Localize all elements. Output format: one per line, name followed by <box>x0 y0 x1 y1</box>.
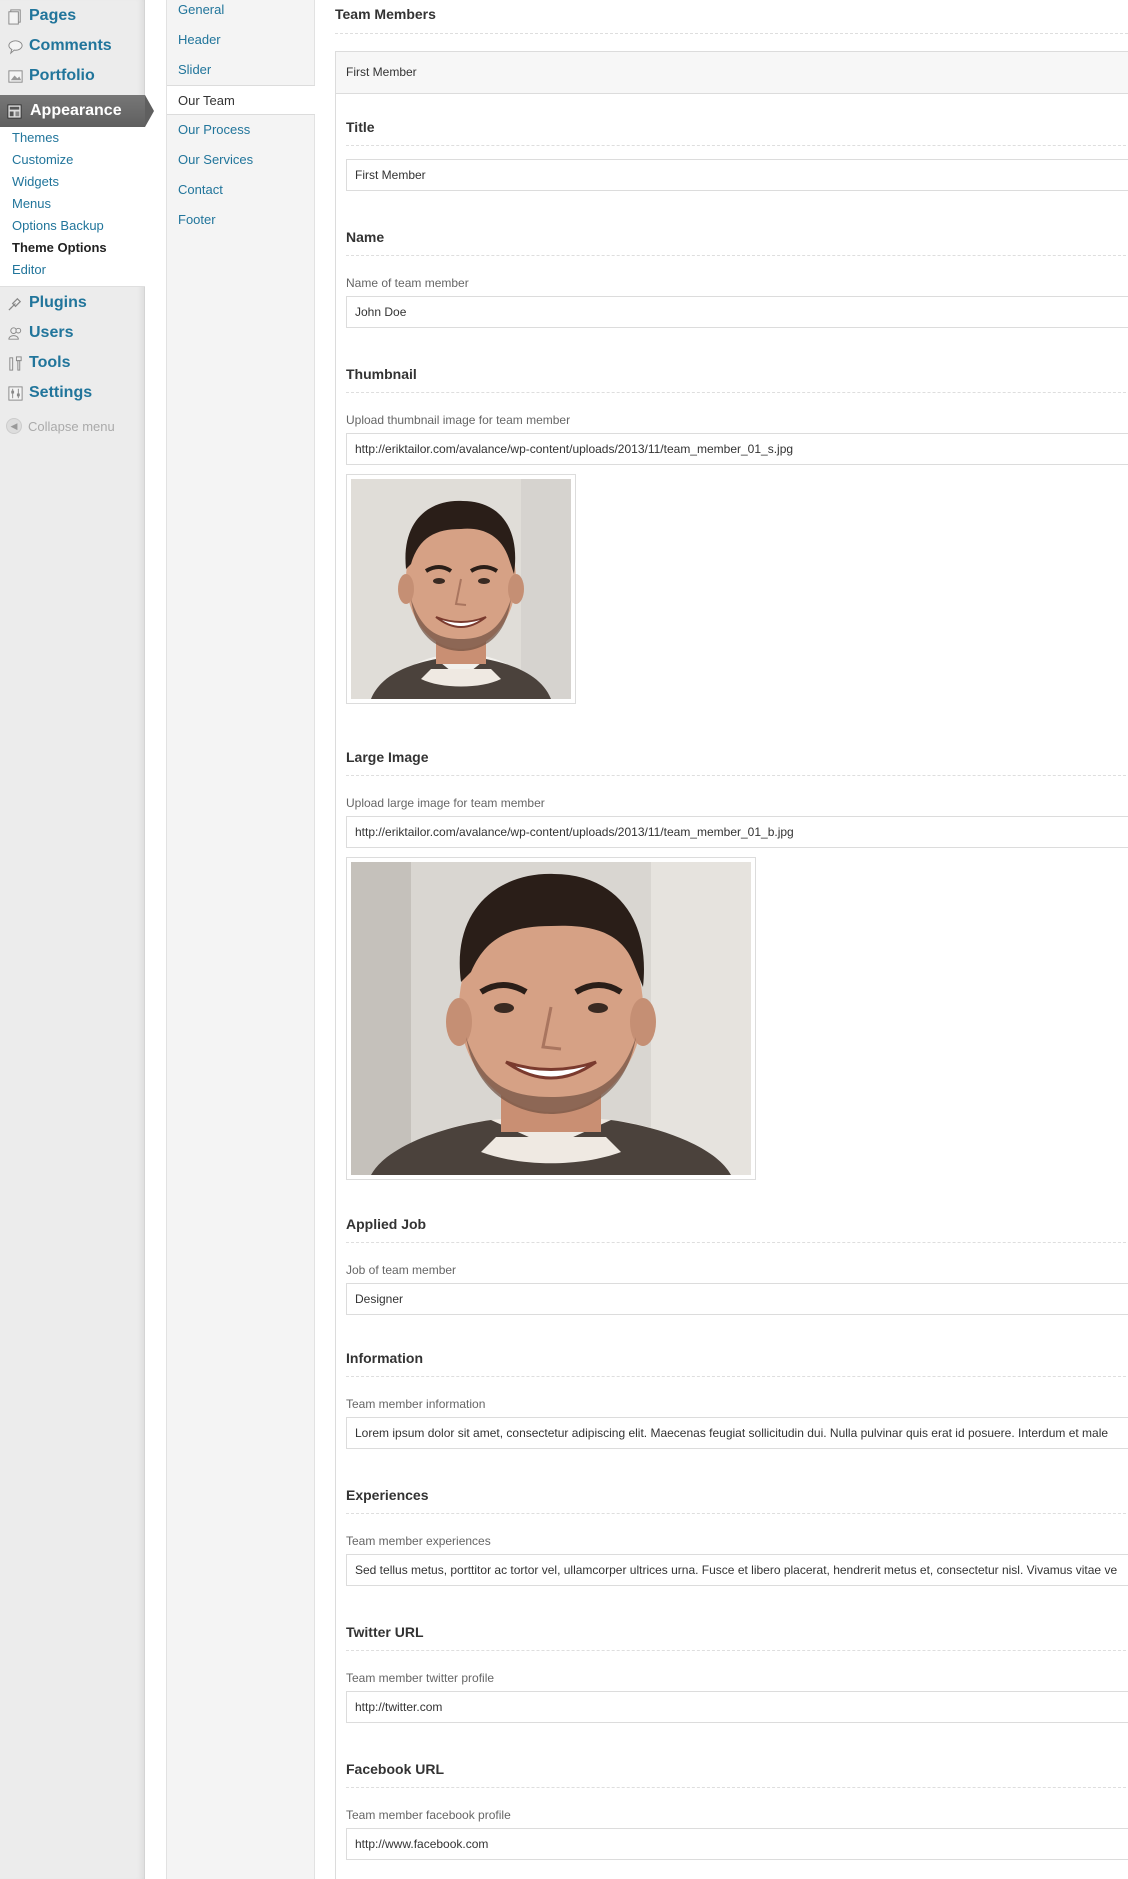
team-member-photo-large <box>351 862 751 1175</box>
name-description: Name of team member <box>346 276 469 290</box>
field-large-image-heading: Large Image <box>346 749 429 765</box>
collapse-arrow-icon: ◀ <box>6 418 22 434</box>
facebook-description: Team member facebook profile <box>346 1808 511 1822</box>
divider <box>346 1513 1128 1514</box>
job-input[interactable]: Designer <box>346 1283 1128 1315</box>
thumbnail-url-input[interactable]: http://eriktailor.com/avalance/wp-conten… <box>346 433 1128 465</box>
field-experiences-heading: Experiences <box>346 1487 429 1503</box>
menu-pages-label: Pages <box>29 7 77 24</box>
twitter-url-input[interactable]: http://twitter.com <box>346 1691 1128 1723</box>
menu-settings-label: Settings <box>29 384 93 401</box>
admin-sidebar: Pages Comments Portfolio Appearance Them… <box>0 0 154 1879</box>
field-twitter-heading: Twitter URL <box>346 1624 424 1640</box>
tab-our-team[interactable]: Our Team <box>167 85 316 115</box>
submenu-customize[interactable]: Customize <box>0 149 145 171</box>
title-input[interactable]: First Member <box>346 159 1128 191</box>
submenu-widgets[interactable]: Widgets <box>0 171 145 193</box>
settings-icon <box>6 384 24 402</box>
menu-tools-label: Tools <box>29 354 71 371</box>
tab-slider[interactable]: Slider <box>167 55 315 85</box>
team-member-panel: First Member Title First Member Name Nam… <box>335 51 1128 1879</box>
tab-our-process[interactable]: Our Process <box>167 115 315 145</box>
menu-comments-label: Comments <box>29 37 112 54</box>
menu-appearance[interactable]: Appearance <box>0 95 154 127</box>
appearance-submenu: Themes Customize Widgets Menus Options B… <box>0 127 145 287</box>
pages-icon <box>6 7 24 25</box>
divider <box>346 1650 1128 1651</box>
information-input[interactable]: Lorem ipsum dolor sit amet, consectetur … <box>346 1417 1128 1449</box>
collapse-menu-label: Collapse menu <box>28 418 115 434</box>
main-content: Team Members First Member Title First Me… <box>315 0 1128 1879</box>
divider <box>346 1787 1128 1788</box>
menu-pages[interactable]: Pages <box>0 1 145 31</box>
experiences-input[interactable]: Sed tellus metus, porttitor ac tortor ve… <box>346 1554 1128 1586</box>
menu-settings[interactable]: Settings <box>0 378 145 408</box>
panel-title[interactable]: First Member <box>336 52 1128 94</box>
tab-contact[interactable]: Contact <box>167 175 315 205</box>
field-thumbnail-heading: Thumbnail <box>346 366 417 382</box>
menu-plugins[interactable]: Plugins <box>0 288 145 318</box>
submenu-theme-options[interactable]: Theme Options <box>0 237 145 259</box>
menu-portfolio[interactable]: Portfolio <box>0 61 145 91</box>
large-image-preview <box>346 857 756 1180</box>
menu-plugins-label: Plugins <box>29 294 87 311</box>
menu-tools[interactable]: Tools <box>0 348 145 378</box>
tab-header[interactable]: Header <box>167 25 315 55</box>
tab-footer[interactable]: Footer <box>167 205 315 235</box>
team-member-photo-thumbnail <box>351 479 571 699</box>
menu-users[interactable]: Users <box>0 318 145 348</box>
information-description: Team member information <box>346 1397 486 1411</box>
plugins-icon <box>6 294 24 312</box>
collapse-menu[interactable]: ◀ Collapse menu <box>6 418 115 434</box>
divider <box>335 33 1128 34</box>
field-information-heading: Information <box>346 1350 423 1366</box>
submenu-options-backup[interactable]: Options Backup <box>0 215 145 237</box>
section-title: Team Members <box>335 6 436 22</box>
tab-general[interactable]: General <box>167 0 315 25</box>
menu-portfolio-label: Portfolio <box>29 67 95 84</box>
facebook-url-input[interactable]: http://www.facebook.com <box>346 1828 1128 1860</box>
name-input[interactable]: John Doe <box>346 296 1128 328</box>
twitter-description: Team member twitter profile <box>346 1671 495 1685</box>
large-image-description: Upload large image for team member <box>346 796 545 810</box>
large-image-url-input[interactable]: http://eriktailor.com/avalance/wp-conten… <box>346 816 1128 848</box>
divider <box>346 145 1128 146</box>
job-description: Job of team member <box>346 1263 457 1277</box>
submenu-themes[interactable]: Themes <box>0 127 145 149</box>
menu-comments[interactable]: Comments <box>0 31 145 61</box>
menu-users-label: Users <box>29 324 74 341</box>
divider <box>346 255 1128 256</box>
field-job-heading: Applied Job <box>346 1216 427 1232</box>
menu-appearance-label: Appearance <box>30 102 122 119</box>
experiences-description: Team member experiences <box>346 1534 491 1548</box>
comments-icon <box>6 37 24 55</box>
users-icon <box>6 324 24 342</box>
theme-options-tabs: General Header Slider Our Team Our Proce… <box>166 0 316 1879</box>
divider <box>346 392 1128 393</box>
thumbnail-preview <box>346 474 576 704</box>
field-facebook-heading: Facebook URL <box>346 1761 445 1777</box>
divider <box>346 775 1128 776</box>
tools-icon <box>6 354 24 372</box>
submenu-menus[interactable]: Menus <box>0 193 145 215</box>
divider <box>346 1376 1128 1377</box>
thumbnail-description: Upload thumbnail image for team member <box>346 413 571 427</box>
portfolio-icon <box>6 67 24 85</box>
field-name-heading: Name <box>346 229 385 245</box>
tab-our-services[interactable]: Our Services <box>167 145 315 175</box>
submenu-editor[interactable]: Editor <box>0 259 145 281</box>
divider <box>346 1242 1128 1243</box>
field-title-heading: Title <box>346 119 375 135</box>
appearance-icon <box>6 102 24 120</box>
